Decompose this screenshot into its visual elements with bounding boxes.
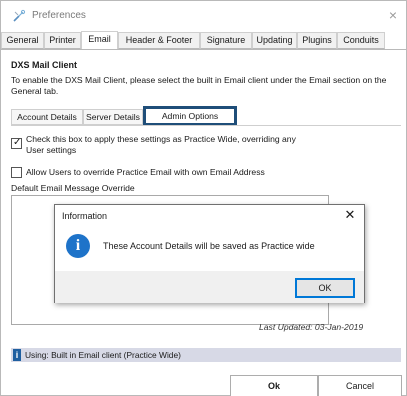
tab-email[interactable]: Email bbox=[81, 31, 118, 50]
title-bar: Preferences × bbox=[1, 1, 406, 31]
tab-general[interactable]: General bbox=[1, 32, 44, 49]
status-bar: i Using: Built in Email client (Practice… bbox=[11, 348, 401, 362]
intro-text: To enable the DXS Mail Client, please se… bbox=[11, 75, 387, 96]
close-icon[interactable]: × bbox=[385, 7, 401, 23]
practice-wide-checkbox[interactable]: ✓ bbox=[11, 137, 22, 149]
allow-override-option: Allow Users to override Practice Email w… bbox=[11, 167, 391, 179]
tab-updating[interactable]: Updating bbox=[252, 32, 297, 49]
tab-printer[interactable]: Printer bbox=[44, 32, 81, 49]
section-heading: DXS Mail Client bbox=[11, 60, 78, 70]
subtab-server-details[interactable]: Server Details bbox=[83, 109, 143, 125]
dialog-ok-button[interactable]: OK bbox=[295, 278, 355, 298]
tab-divider bbox=[1, 49, 406, 50]
checkmark-icon: ✓ bbox=[13, 137, 22, 148]
allow-override-label: Allow Users to override Practice Email w… bbox=[26, 167, 265, 177]
information-dialog: Information ✕ i These Account Details wi… bbox=[54, 204, 365, 303]
preferences-window: Preferences × General Printer Email Head… bbox=[0, 0, 407, 396]
subtab-admin-options[interactable]: Admin Options bbox=[143, 106, 237, 126]
information-icon: i bbox=[66, 234, 90, 258]
override-label: Default Email Message Override bbox=[11, 183, 135, 193]
tab-plugins[interactable]: Plugins bbox=[297, 32, 337, 49]
tab-signature[interactable]: Signature bbox=[200, 32, 252, 49]
preferences-tabs: General Printer Email Header & Footer Si… bbox=[1, 31, 406, 50]
info-icon: i bbox=[13, 349, 21, 361]
allow-override-checkbox[interactable] bbox=[11, 167, 22, 178]
ok-button[interactable]: Ok bbox=[230, 375, 318, 396]
practice-wide-option: ✓ Check this box to apply these settings… bbox=[11, 134, 391, 158]
dialog-footer: OK bbox=[55, 271, 364, 303]
dialog-message: These Account Details will be saved as P… bbox=[103, 241, 315, 251]
dialog-close-icon[interactable]: ✕ bbox=[343, 208, 357, 222]
subtab-divider bbox=[11, 125, 401, 126]
window-title: Preferences bbox=[32, 10, 86, 21]
preferences-icon bbox=[13, 9, 26, 22]
status-text: Using: Built in Email client (Practice W… bbox=[25, 350, 181, 360]
cancel-button[interactable]: Cancel bbox=[318, 375, 402, 396]
subtab-account-details[interactable]: Account Details bbox=[11, 109, 83, 125]
practice-wide-label-line1: Check this box to apply these settings a… bbox=[26, 134, 296, 144]
dialog-title: Information bbox=[62, 211, 108, 221]
email-subtabs: Account Details Server Details Admin Opt… bbox=[11, 106, 391, 126]
last-updated: Last Updated: 03-Jan-2019 bbox=[259, 322, 364, 332]
tab-header-footer[interactable]: Header & Footer bbox=[118, 32, 200, 49]
practice-wide-label-line2: User settings bbox=[26, 145, 77, 155]
tab-conduits[interactable]: Conduits bbox=[337, 32, 385, 49]
